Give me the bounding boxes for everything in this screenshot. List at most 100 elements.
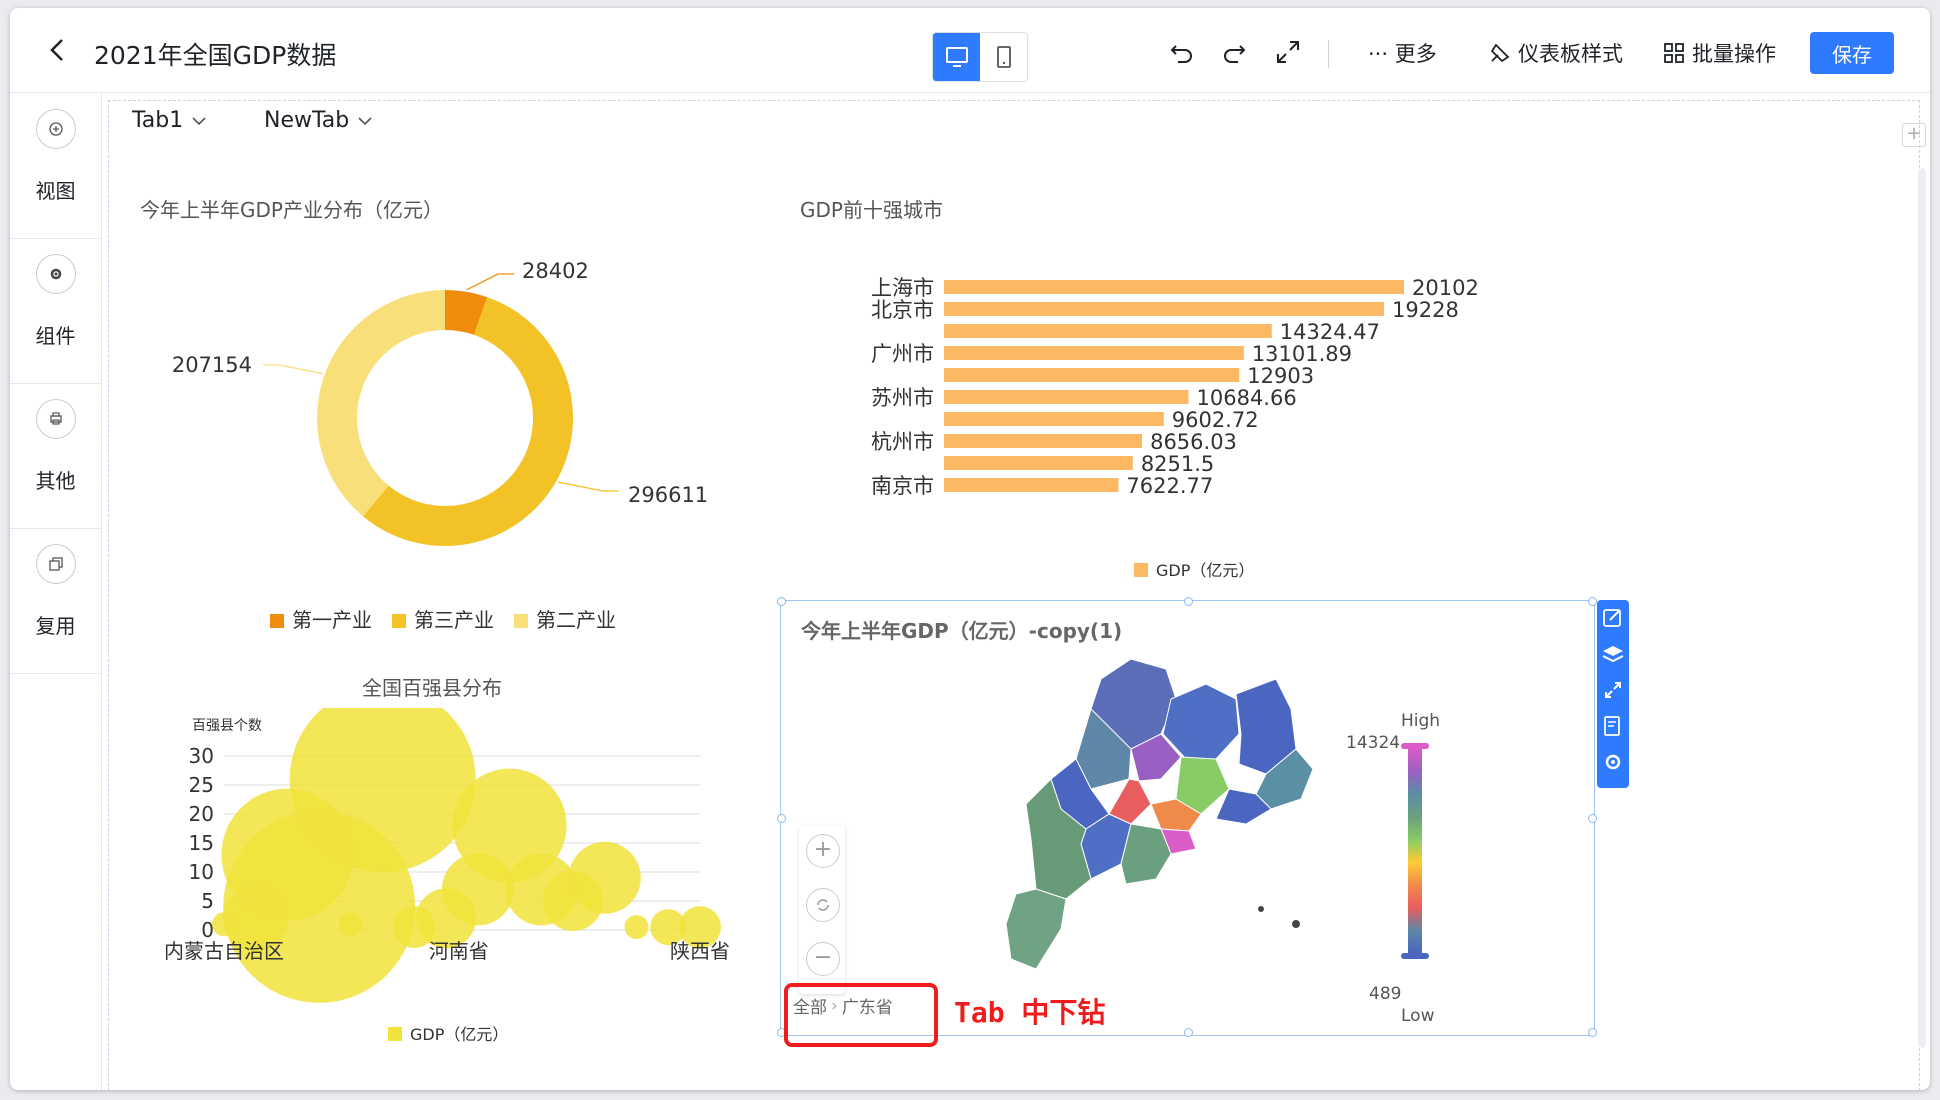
slider-handle-bottom[interactable] — [1401, 953, 1429, 959]
tab-label: Tab1 — [132, 108, 184, 133]
layers-icon — [1602, 646, 1624, 663]
expand-widget-button[interactable] — [1601, 678, 1625, 706]
resize-handle[interactable] — [1588, 597, 1597, 606]
desktop-mode-button[interactable] — [933, 33, 980, 81]
legend-min-value: 489 — [1369, 984, 1402, 1004]
widget-settings-button[interactable] — [1601, 750, 1625, 778]
resize-handle[interactable] — [1588, 814, 1597, 823]
sidebar-item-other[interactable]: 其他 — [10, 383, 101, 529]
gear-icon — [1605, 754, 1621, 770]
data-button[interactable] — [1601, 714, 1625, 742]
resize-handle[interactable] — [1184, 1028, 1193, 1037]
category-label: 上海市 — [871, 276, 934, 300]
island-marker — [1292, 920, 1300, 928]
x-tick-label: 内蒙古自治区 — [164, 939, 284, 963]
resize-handle[interactable] — [1588, 1028, 1597, 1037]
y-tick-label: 20 — [189, 802, 214, 826]
layer-button[interactable] — [1601, 642, 1625, 670]
legend-label[interactable]: GDP（亿元） — [1156, 561, 1254, 578]
data-label: 20102 — [1412, 276, 1479, 300]
refresh-icon — [817, 899, 829, 911]
legend-label[interactable]: 第二产业 — [536, 608, 616, 632]
bar[interactable] — [944, 368, 1240, 382]
bubble-chart: 百强县个数051015202530内蒙古自治区 河南省 陕西省GDP（亿元） — [164, 708, 730, 1044]
resize-handle[interactable] — [1184, 597, 1193, 606]
grid-icon — [1664, 43, 1684, 63]
sidebar-item-component[interactable]: 组件 — [10, 238, 101, 384]
bar[interactable] — [944, 302, 1384, 316]
document-search-icon — [1604, 716, 1620, 736]
sidebar-item-reuse[interactable]: 复用 — [10, 528, 101, 674]
leader-line — [263, 364, 323, 375]
y-tick-label: 10 — [189, 860, 214, 884]
category-label: 苏州市 — [871, 386, 934, 410]
redo-icon — [1224, 45, 1246, 63]
bar[interactable] — [944, 324, 1272, 338]
leader-line — [466, 273, 514, 291]
monitor-icon — [945, 47, 968, 67]
sidebar-item-label: 其他 — [35, 469, 76, 493]
tab-tab1[interactable]: Tab1 — [132, 108, 207, 133]
legend-label[interactable]: 第三产业 — [414, 608, 494, 632]
vertical-scrollbar[interactable] — [1918, 168, 1926, 1048]
y-tick-label: 30 — [189, 744, 214, 768]
map-widget[interactable]: 今年上半年GDP（亿元）-copy(1) High 14324 489 Low … — [777, 597, 1597, 1037]
sidebar-item-label: 复用 — [35, 614, 76, 638]
legend-high-label: High — [1401, 711, 1441, 731]
guangdong-map[interactable] — [991, 639, 1371, 969]
bubble-point[interactable] — [568, 841, 641, 914]
resize-handle[interactable] — [777, 597, 786, 606]
bar[interactable] — [944, 456, 1133, 470]
sidebar-item-label: 视图 — [35, 179, 76, 203]
zoom-in-button[interactable]: + — [806, 834, 840, 868]
y-axis-label: 百强县个数 — [192, 718, 262, 734]
legend-label[interactable]: 第一产业 — [292, 608, 372, 632]
widget-action-toolbar — [1597, 600, 1629, 788]
reset-view-button[interactable] — [806, 888, 840, 922]
chevron-down-icon — [192, 116, 206, 125]
dashboard-style-button[interactable]: 仪表板样式 — [1488, 38, 1623, 68]
expand-icon — [1605, 682, 1621, 698]
color-range-slider[interactable] — [1401, 743, 1429, 959]
batch-operation-label: 批量操作 — [1692, 42, 1776, 66]
undo-button[interactable] — [1168, 38, 1196, 70]
bar[interactable] — [944, 346, 1244, 360]
bar[interactable] — [944, 478, 1119, 492]
bubble-point[interactable] — [338, 912, 363, 937]
mobile-mode-button[interactable] — [980, 33, 1027, 81]
legend-swatch — [514, 614, 528, 628]
batch-operation-button[interactable]: 批量操作 — [1662, 38, 1776, 68]
bar[interactable] — [944, 390, 1189, 404]
sidebar-item-view[interactable]: 视图 — [10, 93, 101, 239]
edit-widget-button[interactable] — [1601, 606, 1625, 634]
zoom-out-button[interactable]: − — [806, 942, 840, 976]
data-label: 296611 — [628, 483, 708, 507]
fullscreen-button[interactable] — [1274, 38, 1302, 70]
tab-newtab[interactable]: NewTab — [264, 108, 373, 133]
add-tab-button[interactable]: + — [1902, 123, 1926, 147]
data-label: 28402 — [522, 259, 589, 283]
redo-button[interactable] — [1220, 38, 1248, 70]
donut-slice[interactable] — [317, 290, 445, 517]
donut-chart: 28402 296611 207154 第一产业 第三产业 第二产业 — [172, 259, 708, 632]
bar[interactable] — [944, 434, 1143, 448]
chevron-left-icon — [50, 39, 63, 61]
save-button[interactable]: 保存 — [1810, 32, 1894, 74]
brush-icon — [1490, 43, 1510, 63]
bubble-point[interactable] — [624, 915, 649, 940]
bar[interactable] — [944, 280, 1404, 294]
bar[interactable] — [944, 412, 1164, 426]
back-button[interactable] — [40, 32, 76, 68]
legend-swatch — [392, 614, 406, 628]
printer-icon — [36, 399, 76, 439]
annotation-text: Tab 中下钻 — [954, 996, 1106, 1029]
undo-icon — [1170, 45, 1192, 63]
x-tick-label: 河南省 — [429, 939, 489, 963]
resize-handle[interactable] — [777, 814, 786, 823]
bar-chart-title: GDP前十强城市 — [800, 198, 943, 222]
legend-label[interactable]: GDP（亿元） — [410, 1025, 508, 1044]
copy-icon — [36, 544, 76, 584]
more-button[interactable]: ··· 更多 — [1368, 38, 1437, 68]
color-gradient-bar — [1408, 749, 1422, 953]
map-region[interactable] — [1005, 888, 1067, 969]
